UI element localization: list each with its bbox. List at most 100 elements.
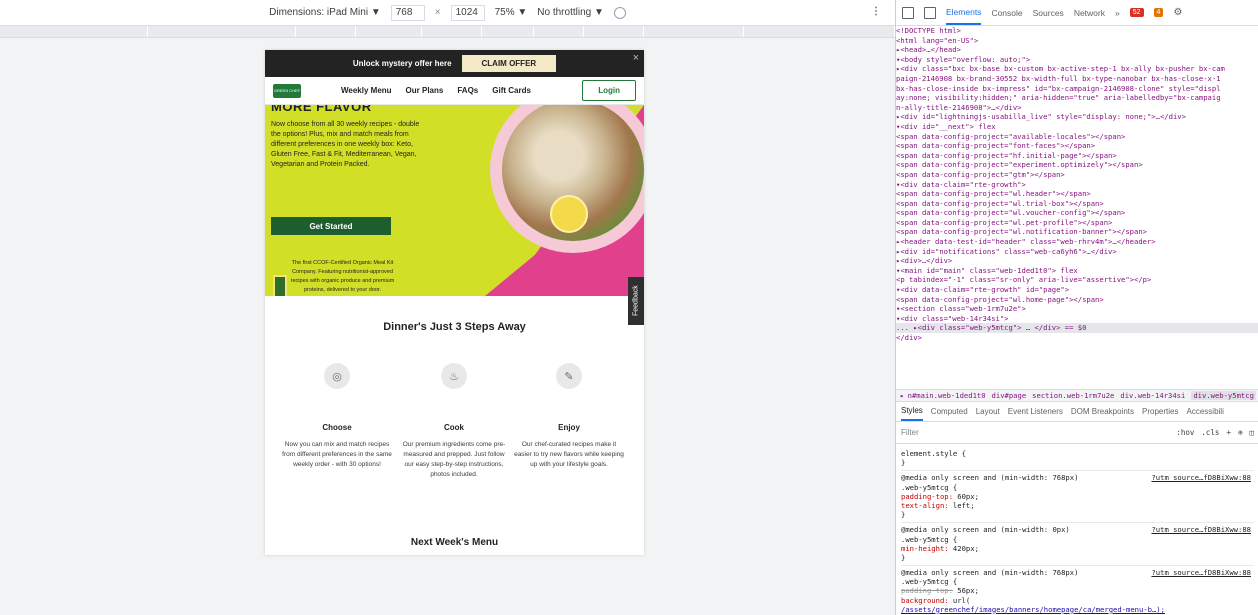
get-started-button[interactable]: Get Started bbox=[271, 217, 391, 235]
inspect-element-icon[interactable] bbox=[902, 6, 914, 19]
css-rule-line[interactable]: /assets/greenchef/images/banners/homepag… bbox=[901, 605, 1254, 614]
css-rule-line[interactable]: .web-y5mtcg { bbox=[901, 535, 1254, 544]
green-chef-logo[interactable]: GREEN CHEF bbox=[273, 83, 301, 98]
dom-node-line[interactable]: ▾<main id="main" class="web-1ded1t0"> fl… bbox=[896, 266, 1258, 276]
dom-node-line[interactable]: ▾<div data-claim="rte-growth" id="page"> bbox=[896, 285, 1258, 295]
dom-node-line[interactable]: <span data-config-project="available-loc… bbox=[896, 132, 1258, 142]
dom-node-line[interactable]: ... ▸<div class="web-y5mtcg"> … </div> =… bbox=[896, 323, 1258, 333]
device-select[interactable]: Dimensions: iPad Mini ▼ bbox=[269, 7, 381, 18]
css-rule[interactable]: element.style {} bbox=[901, 447, 1254, 472]
class-toggle[interactable]: .cls bbox=[1201, 428, 1219, 437]
dom-node-line[interactable]: <span data-config-project="wl.header"></… bbox=[896, 189, 1258, 199]
css-rule-line[interactable]: } bbox=[901, 458, 1254, 467]
dom-node-line[interactable]: ▾<section class="web-1rm7u2e"> bbox=[896, 304, 1258, 314]
subtab-properties[interactable]: Properties bbox=[1142, 407, 1178, 416]
css-rule[interactable]: @media only screen and (min-width: 768px… bbox=[901, 471, 1254, 524]
dom-node-line[interactable]: <span data-config-project="wl.voucher-co… bbox=[896, 208, 1258, 218]
css-rule[interactable]: @media only screen and (min-width: 0px).… bbox=[901, 523, 1254, 567]
css-source-link[interactable]: ?utm_source…fD8BiXww:88 bbox=[1151, 525, 1251, 534]
dom-node-line[interactable]: <span data-config-project="gtm"></span> bbox=[896, 170, 1258, 180]
close-icon[interactable]: × bbox=[633, 52, 639, 64]
nav-faqs[interactable]: FAQs bbox=[457, 86, 478, 95]
dom-node-line[interactable]: ▾<div data-claim="rte-growth"> bbox=[896, 180, 1258, 190]
settings-gear-icon[interactable]: ⚙ bbox=[1173, 7, 1182, 18]
dom-node-line[interactable]: </div> bbox=[896, 333, 1258, 343]
css-rule-line[interactable]: background: url( bbox=[901, 596, 1254, 605]
dom-node-line[interactable]: <span data-config-project="hf.initial-pa… bbox=[896, 151, 1258, 161]
subtab-event-listeners[interactable]: Event Listeners bbox=[1008, 407, 1063, 416]
dom-node-line[interactable]: ▸<header data-test-id="header" class="we… bbox=[896, 237, 1258, 247]
css-rule-line[interactable]: padding-top: 60px; bbox=[901, 492, 1254, 501]
more-tabs[interactable]: » bbox=[1115, 8, 1120, 18]
css-rule-line[interactable]: min-height: 420px; bbox=[901, 544, 1254, 553]
dom-node-line[interactable]: <span data-config-project="experiment.op… bbox=[896, 160, 1258, 170]
css-rule-line[interactable]: text-align: left; bbox=[901, 501, 1254, 510]
height-input[interactable]: 1024 bbox=[450, 4, 485, 21]
crumb-page[interactable]: div#page bbox=[992, 391, 1027, 400]
error-count-badge[interactable]: 52 bbox=[1129, 8, 1144, 17]
dom-node-line[interactable]: <span data-config-project="font-faces"><… bbox=[896, 141, 1258, 151]
subtab-accessibility[interactable]: Accessibili bbox=[1187, 407, 1224, 416]
dom-node-line[interactable]: <!DOCTYPE html> bbox=[896, 26, 1258, 36]
css-rule[interactable]: @media only screen and (min-width: 768px… bbox=[901, 566, 1254, 615]
dom-node-line[interactable]: n-ally-title-2146908">…</div> bbox=[896, 103, 1258, 113]
nav-our-plans[interactable]: Our Plans bbox=[406, 86, 444, 95]
rotate-icon[interactable] bbox=[613, 6, 626, 19]
css-source-link[interactable]: ?utm_source…fD8BiXww:88 bbox=[1151, 568, 1251, 577]
tab-console[interactable]: Console bbox=[991, 8, 1022, 18]
subtab-styles[interactable]: Styles bbox=[901, 402, 923, 421]
throttling-select[interactable]: No throttling ▼ bbox=[537, 7, 604, 18]
css-rule-line[interactable]: padding-top: 56px; bbox=[901, 586, 1254, 595]
tab-elements[interactable]: Elements bbox=[946, 0, 982, 25]
computed-styles-icon[interactable]: ⊕ bbox=[1238, 428, 1243, 437]
css-rule-line[interactable]: } bbox=[901, 553, 1254, 562]
claim-offer-button[interactable]: CLAIM OFFER bbox=[461, 55, 557, 72]
subtab-dom-breakpoints[interactable]: DOM Breakpoints bbox=[1071, 407, 1134, 416]
nav-gift-cards[interactable]: Gift Cards bbox=[492, 86, 531, 95]
crumb-div-web-y5mtcg[interactable]: div.web-y5mtcg bbox=[1191, 391, 1256, 400]
feedback-tab[interactable]: Feedback bbox=[628, 277, 644, 325]
css-rule-line[interactable]: } bbox=[901, 510, 1254, 519]
dom-tree[interactable]: <!DOCTYPE html> <html lang="en-US"> ▸<head… bbox=[896, 26, 1258, 389]
tab-sources[interactable]: Sources bbox=[1033, 8, 1064, 18]
dom-node-line[interactable]: ▸<div class="bxc bx-base bx-custom bx-ac… bbox=[896, 64, 1258, 74]
crumb-div-web-14r34si[interactable]: div.web-14r34si bbox=[1120, 391, 1185, 400]
dom-node-line[interactable]: <span data-config-project="wl.pet-profil… bbox=[896, 218, 1258, 228]
crumb-main[interactable]: ◂ n#main.web-1ded1t0 bbox=[899, 391, 986, 400]
more-options-icon[interactable]: ⋮ bbox=[871, 6, 881, 17]
dom-node-line[interactable]: ▸<head>…</head> bbox=[896, 45, 1258, 55]
dom-node-line[interactable]: ▾<body style="overflow: auto;"> bbox=[896, 55, 1258, 65]
warning-count-badge[interactable]: 4 bbox=[1153, 8, 1164, 17]
dom-node-line[interactable]: ▸<div id="lightningjs-usabilla_live" sty… bbox=[896, 112, 1258, 122]
css-source-link[interactable]: ?utm_source…fD8BiXww:88 bbox=[1151, 473, 1251, 482]
dom-node-line[interactable]: ▾<div id="__next"> flex bbox=[896, 122, 1258, 132]
dom-node-line[interactable]: ▸<div id="notifications" class="web-ca6y… bbox=[896, 247, 1258, 257]
css-rule-line[interactable]: .web-y5mtcg { bbox=[901, 483, 1254, 492]
dom-node-line[interactable]: ▾<div class="web-14r34si"> bbox=[896, 314, 1258, 324]
dom-node-line[interactable]: <span data-config-project="wl.home-page"… bbox=[896, 295, 1258, 305]
subtab-layout[interactable]: Layout bbox=[976, 407, 1000, 416]
dom-node-line[interactable]: <html lang="en-US"> bbox=[896, 36, 1258, 46]
tab-network[interactable]: Network bbox=[1074, 8, 1105, 18]
styles-filter-input[interactable]: Filter bbox=[901, 428, 919, 437]
dom-node-line[interactable]: ay:none; visibility:hidden;" aria-hidden… bbox=[896, 93, 1258, 103]
crumb-section[interactable]: section.web-1rm7u2e bbox=[1032, 391, 1114, 400]
zoom-select[interactable]: 75% ▼ bbox=[495, 7, 528, 18]
dom-node-line[interactable]: <p tabindex="-1" class="sr-only" aria-li… bbox=[896, 275, 1258, 285]
css-rule-line[interactable]: .web-y5mtcg { bbox=[901, 577, 1254, 586]
css-rule-line[interactable]: element.style { bbox=[901, 449, 1254, 458]
dom-node-line[interactable]: ▸<div>…</div> bbox=[896, 256, 1258, 266]
add-rule-icon[interactable]: + bbox=[1226, 428, 1231, 437]
dom-node-line[interactable]: paign-2146908 bx-brand-30552 bx-width-fu… bbox=[896, 74, 1258, 84]
nav-weekly-menu[interactable]: Weekly Menu bbox=[341, 86, 392, 95]
dom-node-line[interactable]: <span data-config-project="wl.trial-box"… bbox=[896, 199, 1258, 209]
media-query-ruler[interactable] bbox=[0, 26, 895, 38]
width-input[interactable]: 768 bbox=[390, 4, 425, 21]
subtab-computed[interactable]: Computed bbox=[931, 407, 968, 416]
hover-state-toggle[interactable]: :hov bbox=[1176, 428, 1194, 437]
sidebar-toggle-icon[interactable]: ◫ bbox=[1249, 428, 1254, 437]
login-button[interactable]: Login bbox=[582, 80, 636, 101]
dom-node-line[interactable]: <span data-config-project="wl.notificati… bbox=[896, 227, 1258, 237]
dom-node-line[interactable]: bx-has-close-inside bx-impress" id="bx-c… bbox=[896, 84, 1258, 94]
device-toggle-icon[interactable] bbox=[924, 6, 936, 19]
